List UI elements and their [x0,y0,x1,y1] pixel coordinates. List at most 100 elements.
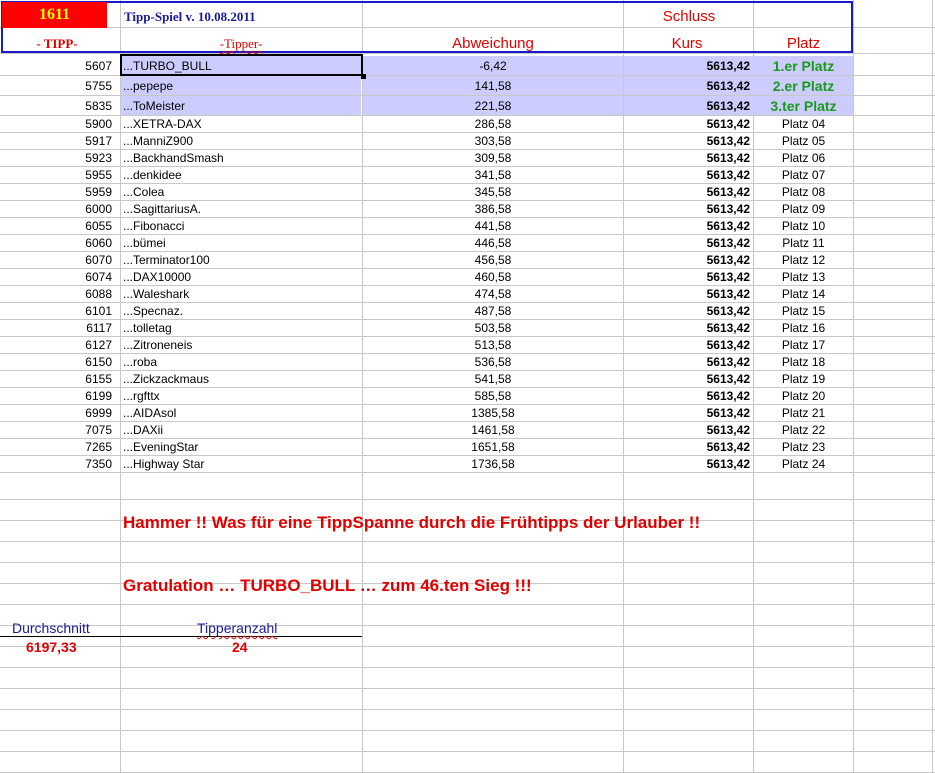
tipp-cell[interactable]: 6070 [0,252,118,268]
tipper-cell[interactable]: ...XETRA-DAX [121,116,361,132]
platz-cell[interactable]: Platz 23 [754,439,853,455]
abweichung-cell[interactable]: 456,58 [363,252,623,268]
abweichung-cell[interactable]: 345,58 [363,184,623,200]
tipp-cell[interactable]: 6088 [0,286,118,302]
kurs-cell[interactable]: 5613,42 [624,354,754,370]
abweichung-cell[interactable]: 221,58 [363,96,623,115]
tipp-cell[interactable]: 5835 [0,96,118,115]
platz-cell[interactable]: Platz 06 [754,150,853,166]
gratulation-message[interactable]: Gratulation … TURBO_BULL … zum 46.ten Si… [123,576,532,596]
tipperanzahl-value[interactable]: 24 [232,639,248,655]
tipp-cell[interactable]: 5755 [0,76,118,95]
platz-cell[interactable]: Platz 12 [754,252,853,268]
platz-cell[interactable]: Platz 08 [754,184,853,200]
kurs-cell[interactable]: 5613,42 [624,235,754,251]
tipp-cell[interactable]: 7075 [0,422,118,438]
platz-cell[interactable]: Platz 24 [754,456,853,472]
abweichung-cell[interactable]: 1461,58 [363,422,623,438]
abweichung-cell[interactable]: 503,58 [363,320,623,336]
platz-cell[interactable]: 1.er Platz [754,56,853,75]
durchschnitt-value[interactable]: 6197,33 [26,639,77,655]
game-number[interactable]: 1611 [2,2,107,28]
platz-cell[interactable]: Platz 19 [754,371,853,387]
platz-cell[interactable]: Platz 21 [754,405,853,421]
tipp-cell[interactable]: 5900 [0,116,118,132]
platz-cell[interactable]: Platz 05 [754,133,853,149]
platz-cell[interactable]: 2.er Platz [754,76,853,95]
abweichung-cell[interactable]: 541,58 [363,371,623,387]
platz-cell[interactable]: Platz 16 [754,320,853,336]
kurs-cell[interactable]: 5613,42 [624,184,754,200]
abweichung-cell[interactable]: 303,58 [363,133,623,149]
tipp-cell[interactable]: 7265 [0,439,118,455]
platz-cell[interactable]: Platz 15 [754,303,853,319]
tipp-cell[interactable]: 5959 [0,184,118,200]
kurs-cell[interactable]: 5613,42 [624,133,754,149]
platz-cell[interactable]: Platz 11 [754,235,853,251]
tipp-cell[interactable]: 6150 [0,354,118,370]
col-tipp-header[interactable]: - TIPP- [2,36,112,52]
tipp-cell[interactable]: 6155 [0,371,118,387]
kurs-cell[interactable]: 5613,42 [624,252,754,268]
game-title[interactable]: Tipp-Spiel v. 10.08.2011 [124,9,256,25]
tipper-cell[interactable]: ...EveningStar [121,439,361,455]
kurs-cell[interactable]: 5613,42 [624,371,754,387]
platz-cell[interactable]: Platz 07 [754,167,853,183]
kurs-cell[interactable]: 5613,42 [624,388,754,404]
tipp-cell[interactable]: 5917 [0,133,118,149]
tipper-cell[interactable]: ...ManniZ900 [121,133,361,149]
platz-cell[interactable]: Platz 09 [754,201,853,217]
kurs-cell[interactable]: 5613,42 [624,320,754,336]
tipp-cell[interactable]: 6060 [0,235,118,251]
tipper-cell[interactable]: ...roba [121,354,361,370]
tipper-cell[interactable]: ...SagittariusA. [121,201,361,217]
tipp-cell[interactable]: 5955 [0,167,118,183]
abweichung-cell[interactable]: 1385,58 [363,405,623,421]
kurs-cell[interactable]: 5613,42 [624,422,754,438]
schluss-label[interactable]: Schluss [624,8,754,25]
tipper-cell[interactable]: ...Waleshark [121,286,361,302]
tipper-cell[interactable]: ...DAX10000 [121,269,361,285]
platz-cell[interactable]: Platz 10 [754,218,853,234]
tipper-cell[interactable]: ...Highway Star [121,456,361,472]
tipper-cell[interactable]: ...DAXii [121,422,361,438]
tipp-cell[interactable]: 6055 [0,218,118,234]
platz-cell[interactable]: Platz 04 [754,116,853,132]
kurs-cell[interactable]: 5613,42 [624,405,754,421]
tipper-cell[interactable]: ...denkidee [121,167,361,183]
kurs-cell[interactable]: 5613,42 [624,150,754,166]
abweichung-cell[interactable]: 386,58 [363,201,623,217]
tipper-cell[interactable]: ...bümei [121,235,361,251]
tipp-cell[interactable]: 6074 [0,269,118,285]
abweichung-cell[interactable]: 441,58 [363,218,623,234]
kurs-cell[interactable]: 5613,42 [624,201,754,217]
col-abweichung-header[interactable]: Abweichung [363,35,623,52]
abweichung-cell[interactable]: 1651,58 [363,439,623,455]
tipper-cell[interactable]: ...Terminator100 [121,252,361,268]
abweichung-cell[interactable]: 141,58 [363,76,623,95]
kurs-cell[interactable]: 5613,42 [624,56,754,75]
tipper-cell[interactable]: ...AIDAsol [121,405,361,421]
abweichung-cell[interactable]: 286,58 [363,116,623,132]
tipper-cell[interactable]: ...tolletag [121,320,361,336]
abweichung-cell[interactable]: 585,58 [363,388,623,404]
platz-cell[interactable]: Platz 13 [754,269,853,285]
hammer-message[interactable]: Hammer !! Was für eine TippSpanne durch … [123,513,700,533]
kurs-cell[interactable]: 5613,42 [624,439,754,455]
abweichung-cell[interactable]: 536,58 [363,354,623,370]
tipp-cell[interactable]: 6101 [0,303,118,319]
tipp-cell[interactable]: 5607 [0,56,118,75]
tipp-cell[interactable]: 6117 [0,320,118,336]
kurs-cell[interactable]: 5613,42 [624,303,754,319]
tipp-cell[interactable]: 6000 [0,201,118,217]
kurs-cell[interactable]: 5613,42 [624,286,754,302]
tipperanzahl-label[interactable]: Tipperanzahl [197,620,277,636]
tipper-cell[interactable]: ...Zickzackmaus [121,371,361,387]
tipper-cell[interactable]: ...ToMeister [121,96,361,115]
kurs-cell[interactable]: 5613,42 [624,96,754,115]
kurs-cell[interactable]: 5613,42 [624,167,754,183]
tipper-cell[interactable]: ...BackhandSmash [121,150,361,166]
tipp-cell[interactable]: 5923 [0,150,118,166]
abweichung-cell[interactable]: 474,58 [363,286,623,302]
abweichung-cell[interactable]: 341,58 [363,167,623,183]
